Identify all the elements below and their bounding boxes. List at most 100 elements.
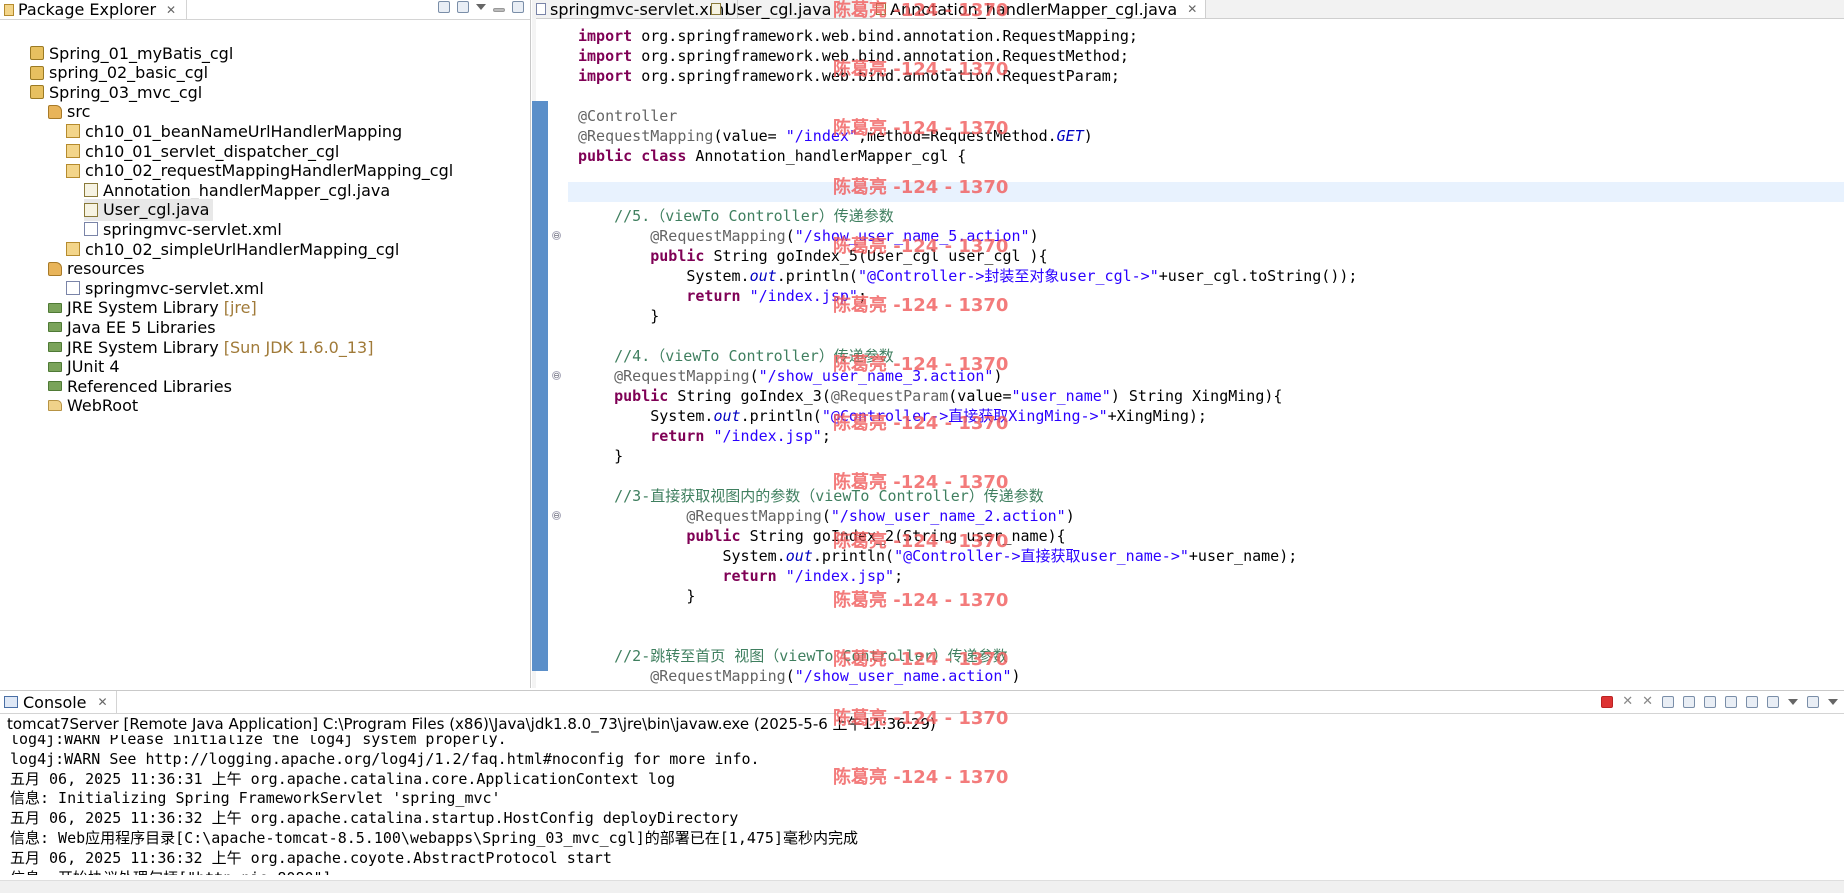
minimize-icon[interactable] [493, 8, 505, 12]
pin-console-icon[interactable] [1746, 696, 1758, 708]
terminate-icon[interactable] [1601, 696, 1614, 708]
close-icon[interactable]: ✕ [98, 695, 108, 709]
folder-icon [48, 400, 62, 412]
code-token: "/show_user_name_5.action" [794, 227, 1030, 245]
view-menu-chevron-down-icon[interactable] [476, 4, 486, 10]
show-on-stderr-icon[interactable] [1725, 696, 1737, 708]
clear-console-icon[interactable] [1662, 696, 1674, 708]
code-token: out [713, 407, 741, 425]
tree-item-label: JRE System Library [67, 298, 219, 318]
package-explorer-view: Package Explorer ✕ Spring_01_myBatis_cgl… [0, 0, 531, 688]
code-token: ( [785, 227, 795, 245]
code-token: .println( [812, 547, 895, 565]
code-line: public class Annotation_handlerMapper_cg… [578, 146, 966, 166]
code-line: @RequestMapping("/show_user_name.action"… [578, 666, 1020, 686]
xml-file-icon [536, 3, 546, 15]
link-with-editor-icon[interactable] [457, 1, 469, 13]
package-icon [66, 242, 80, 256]
code-token: ( [785, 667, 795, 685]
code-line: import org.springframework.web.bind.anno… [578, 26, 1138, 46]
java-file-icon [876, 3, 886, 15]
code-line: import org.springframework.web.bind.anno… [578, 46, 1129, 66]
code-token: ,method=RequestMethod. [857, 127, 1057, 145]
console-line: 信息: Web应用程序目录[C:\apache-tomcat-8.5.100\w… [10, 829, 858, 847]
code-line: return "/index.jsp"; [578, 426, 831, 446]
code-line: //3-直接获取视图内的参数（viewTo Controller）传递参数 [578, 486, 1044, 506]
package-explorer-tab[interactable]: Package Explorer ✕ [0, 0, 188, 19]
scroll-lock-icon[interactable] [1683, 696, 1695, 708]
code-token: ; [894, 567, 904, 585]
tree-item-decoration: [jre] [223, 298, 257, 318]
code-line: public String goIndex_2(String user_name… [578, 526, 1065, 546]
console-title: Console [23, 692, 87, 712]
code-token: .println( [776, 267, 858, 285]
code-token: "/show_user_name_3.action" [758, 367, 994, 385]
package-explorer-icon [4, 3, 14, 16]
code-token: @RequestMapping [650, 667, 786, 685]
code-token: @RequestParam [830, 387, 949, 405]
code-token: public [686, 527, 741, 545]
xml-file-icon [66, 281, 80, 296]
console-tab[interactable]: Console ✕ [4, 691, 117, 713]
code-text-area[interactable]: import org.springframework.web.bind.anno… [532, 18, 1844, 688]
code-line: //4.（viewTo Controller）传递参数 [578, 346, 894, 366]
code-token: //5.（viewTo Controller）传递参数 [578, 207, 894, 225]
code-token: return [650, 427, 705, 445]
code-line: System.out.println("@Controller->封装至对象us… [578, 266, 1357, 286]
package-explorer-toolbar [438, 1, 524, 13]
library-icon [48, 361, 62, 372]
code-line: } [578, 446, 623, 466]
maximize-icon[interactable] [512, 1, 524, 13]
source-folder-icon [48, 261, 62, 276]
code-token: ; [857, 287, 867, 305]
console-line: 信息: Initializing Spring FrameworkServlet… [10, 789, 501, 808]
tree-item-label: ch10_02_requestMappingHandlerMapping_cgl [85, 161, 454, 181]
code-token: (value= [948, 387, 1012, 405]
remove-all-launches-icon[interactable]: ✕ [1642, 695, 1653, 708]
collapse-all-icon[interactable] [438, 1, 450, 13]
code-token: "user_name" [1011, 387, 1111, 405]
console-output[interactable]: log4j:WARN Please initialize the log4j s… [0, 735, 1844, 875]
code-token: "/index.jsp" [713, 427, 822, 445]
editor-tab[interactable]: Annotation_handlerMapper_cgl.java ✕ [872, 0, 1207, 19]
tree-item-label: Spring_03_mvc_cgl [49, 82, 203, 102]
code-line: } [578, 306, 659, 326]
code-line: //2-跳转至首页 视图（viewTo Controller）传递参数 [578, 646, 1008, 666]
remove-launch-icon[interactable]: ✕ [1622, 695, 1633, 708]
console-launch-info: tomcat7Server [Remote Java Application] … [7, 715, 936, 733]
code-token: import [578, 47, 633, 65]
code-token: org.springframework.web.bind.annotation.… [632, 47, 1129, 65]
code-line: public String goIndex_3(@RequestParam(va… [578, 386, 1282, 406]
tree-item-label: src [67, 102, 91, 122]
code-token: System. [578, 267, 750, 285]
display-console-icon[interactable] [1767, 696, 1779, 708]
open-console-icon[interactable] [1807, 696, 1819, 708]
close-icon[interactable]: ✕ [166, 3, 176, 17]
editor-tabbar: springmvc-servlet.xml User_cgl.java Annota… [532, 0, 1844, 19]
code-token: ) [1029, 227, 1039, 245]
code-token: ( [821, 507, 831, 525]
code-token: System. [578, 547, 786, 565]
code-token: @RequestMapping [686, 507, 822, 525]
open-console-chevron-down-icon[interactable] [1828, 699, 1838, 705]
code-line: public String goIndex_5(User_cgl user_cg… [578, 246, 1047, 266]
close-icon[interactable]: ✕ [1187, 2, 1197, 16]
console-horizontal-scrollbar[interactable] [0, 880, 1844, 893]
code-line: @Controller [578, 106, 677, 126]
display-console-chevron-down-icon[interactable] [1788, 699, 1798, 705]
code-line: return "/index.jsp"; [578, 566, 904, 586]
show-on-stdout-icon[interactable] [1704, 696, 1716, 708]
package-icon [66, 124, 80, 139]
project-icon [30, 85, 44, 100]
editor-tab[interactable]: User_cgl.java [707, 0, 841, 19]
source-folder-icon [48, 104, 62, 119]
code-line: return "/index.jsp"; [578, 286, 867, 306]
tree-item-label: JUnit 4 [67, 357, 120, 377]
code-line: System.out.println("@Controller->直接获取use… [578, 546, 1297, 566]
tree-item-label: spring_02_basic_cgl [49, 63, 209, 83]
tree-item[interactable]: WebRoot [48, 395, 142, 417]
